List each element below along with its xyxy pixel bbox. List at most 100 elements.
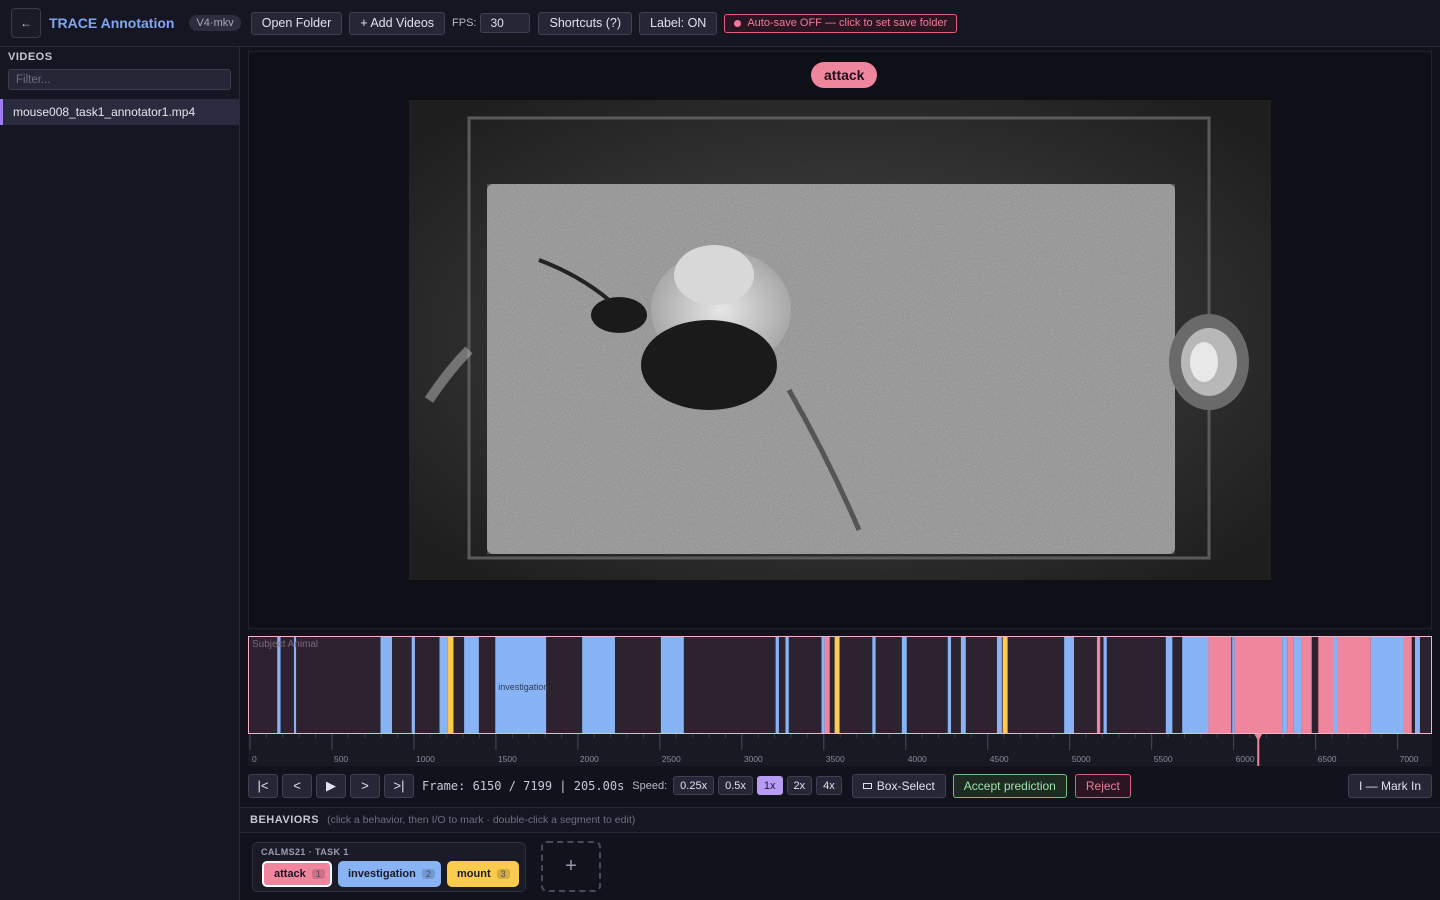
video-panel: attack <box>248 51 1432 629</box>
timeline-segment-investigation[interactable] <box>1064 637 1074 734</box>
timeline-segment-mount[interactable] <box>1002 637 1008 734</box>
ruler-tick-label: 5000 <box>1072 754 1091 764</box>
timeline-segment-investigation[interactable] <box>1103 637 1107 734</box>
timeline-segment-investigation[interactable] <box>1293 637 1302 734</box>
mark-in-button[interactable]: I — Mark In <box>1347 773 1432 798</box>
first-frame-button[interactable]: |< <box>248 773 278 798</box>
behavior-key: 2 <box>421 869 435 879</box>
timeline-segment-investigation[interactable] <box>439 637 448 734</box>
add-videos-button[interactable]: + Add Videos <box>349 11 446 35</box>
version-badge: V4·mkv <box>189 15 241 31</box>
playback-controls: |< < ▶ > >| Frame: 6150 / 7199 | 205.00s… <box>248 773 1432 798</box>
speed-0-5x-button[interactable]: 0.5x <box>718 776 753 795</box>
timeline-segment-investigation[interactable] <box>947 637 952 734</box>
prev-frame-button[interactable]: < <box>282 773 312 798</box>
ruler-ticks: 0 500 1000 1500 2000 2500 3000 3500 4000 4500 5000… <box>249 734 1419 766</box>
back-button[interactable]: ← <box>11 8 41 38</box>
status-dot-icon <box>734 19 742 27</box>
speed-label: Speed: <box>632 779 668 792</box>
timeline-segment-investigation[interactable] <box>901 637 907 734</box>
timeline-segment-mount[interactable] <box>447 637 454 734</box>
timeline-segment-investigation[interactable] <box>277 637 281 734</box>
timeline-segment-mount[interactable] <box>834 637 840 734</box>
label-toggle-button[interactable]: Label: ON <box>639 11 718 35</box>
timeline-segment-investigation[interactable] <box>380 637 392 734</box>
timeline-segment-investigation[interactable] <box>1370 637 1404 734</box>
open-folder-button[interactable]: Open Folder <box>250 11 343 35</box>
timeline-segment-investigation[interactable] <box>1415 637 1420 734</box>
ruler-tick-label: 7000 <box>1400 754 1419 764</box>
fps-label: FPS: <box>452 17 477 29</box>
speed-0-25x-button[interactable]: 0.25x <box>673 776 715 795</box>
timeline-segment-attack[interactable] <box>824 637 830 734</box>
behavior-chip-attack[interactable]: attack 1 <box>262 861 332 887</box>
timeline-segment-attack[interactable] <box>1234 637 1283 734</box>
ruler-tick-label: 4500 <box>990 754 1009 764</box>
main-panel: attack investigation Subject Animal 0 50… <box>240 47 1440 900</box>
timeline-segment-attack[interactable] <box>1301 637 1312 734</box>
timeline-segment-investigation[interactable] <box>293 637 297 734</box>
timeline-segment-investigation[interactable] <box>464 637 479 734</box>
ruler-tick-label: 0 <box>252 754 257 764</box>
speed-1x-button[interactable]: 1x <box>756 776 783 795</box>
behavior-chip-mount[interactable]: mount 3 <box>447 861 519 887</box>
ruler-tick-label: 3500 <box>826 754 845 764</box>
behaviors-heading: BEHAVIORS <box>250 814 320 826</box>
timeline-segment-investigation[interactable] <box>582 637 615 734</box>
behaviors-header: BEHAVIORS (click a behavior, then I/O to… <box>240 807 1440 833</box>
current-behavior-label: attack <box>811 62 878 88</box>
accept-prediction-button[interactable]: Accept prediction <box>952 773 1067 798</box>
timeline-segment-investigation[interactable] <box>1282 637 1288 734</box>
ruler-tick-label: 500 <box>334 754 348 764</box>
timeline-ruler[interactable]: 0 500 1000 1500 2000 2500 3000 3500 4000 4500 5000… <box>248 734 1432 766</box>
video-list-item[interactable]: mouse008_task1_annotator1.mp4 <box>0 99 239 125</box>
playhead-handle-icon[interactable] <box>1254 734 1263 741</box>
play-button[interactable]: ▶ <box>316 773 346 798</box>
behavior-group: CALMS21 · TASK 1 attack 1 investigation … <box>252 842 526 892</box>
video-frame[interactable] <box>409 100 1271 580</box>
autosave-button[interactable]: Auto-save OFF — click to set save folder <box>724 13 958 33</box>
timeline-segment-investigation[interactable] <box>872 637 876 734</box>
sidebar: VIDEOS Filter... mouse008_task1_annotato… <box>0 47 240 900</box>
timeline-segment-investigation[interactable] <box>660 637 684 734</box>
timeline-segment-investigation[interactable] <box>1232 637 1235 734</box>
behavior-chip-investigation[interactable]: investigation 2 <box>338 861 441 887</box>
speed-2x-button[interactable]: 2x <box>786 776 813 795</box>
timeline-segment-investigation[interactable] <box>1165 637 1173 734</box>
arrow-left-icon: ← <box>20 16 32 30</box>
timeline-segment-investigation[interactable] <box>775 637 779 734</box>
ruler-tick-label: 2000 <box>580 754 599 764</box>
fps-input[interactable]: 30 <box>480 13 531 33</box>
timeline-segment-investigation[interactable] <box>821 637 825 734</box>
timeline-track[interactable]: investigation Subject Animal <box>248 636 1432 734</box>
timeline-segment-attack[interactable] <box>1287 637 1294 734</box>
timeline-segment-attack[interactable] <box>1208 637 1232 734</box>
top-toolbar: ← TRACE Annotation V4·mkv Open Folder + … <box>0 0 1440 47</box>
shortcuts-button[interactable]: Shortcuts (?) <box>538 11 633 35</box>
next-frame-button[interactable]: > <box>350 773 380 798</box>
behavior-key: 3 <box>496 869 510 879</box>
timeline-segment-attack[interactable] <box>1318 637 1334 734</box>
timeline-segment-attack[interactable] <box>1403 637 1412 734</box>
timeline-segment-investigation[interactable] <box>1333 637 1338 734</box>
ruler-tick-label: 5500 <box>1154 754 1173 764</box>
ruler-tick-label: 1000 <box>416 754 435 764</box>
behavior-name: mount <box>457 868 491 880</box>
timeline-segment-attack[interactable] <box>1337 637 1371 734</box>
add-behavior-group-button[interactable]: + <box>541 841 601 892</box>
timeline-segment-investigation[interactable] <box>1182 637 1209 734</box>
behavior-name: investigation <box>348 868 416 880</box>
timeline-segment-investigation[interactable] <box>960 637 966 734</box>
timeline-segment-investigation[interactable] <box>411 637 415 734</box>
segment-label: investigation <box>498 682 548 692</box>
video-filter-input[interactable]: Filter... <box>8 69 231 90</box>
videos-heading: VIDEOS <box>8 51 53 63</box>
box-select-label: Box-Select <box>876 778 935 793</box>
timeline-segment-investigation[interactable] <box>785 637 789 734</box>
timeline-segment-investigation[interactable] <box>996 637 1002 734</box>
timeline-segment-attack[interactable] <box>1096 637 1101 734</box>
speed-4x-button[interactable]: 4x <box>816 776 842 795</box>
box-select-button[interactable]: Box-Select <box>851 773 946 798</box>
reject-button[interactable]: Reject <box>1074 773 1131 798</box>
last-frame-button[interactable]: >| <box>384 773 414 798</box>
